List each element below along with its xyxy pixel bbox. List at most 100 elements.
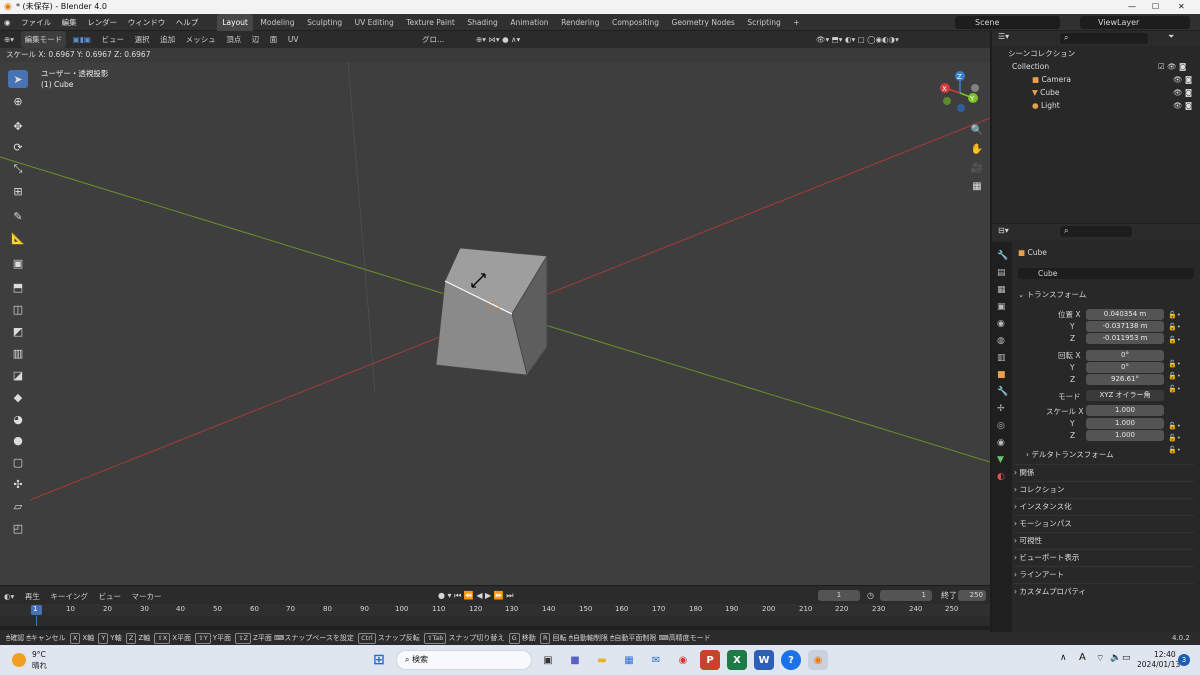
current-frame-field[interactable]: 1 bbox=[818, 590, 860, 601]
workspace-tab-uv-editing[interactable]: UV Editing bbox=[350, 14, 399, 31]
scale-y-field[interactable]: 1.000 bbox=[1086, 418, 1164, 429]
add-menu[interactable]: 追加 bbox=[156, 31, 179, 48]
teams-icon[interactable]: ■ bbox=[565, 650, 585, 670]
transform-panel-header[interactable]: ⌄ トランスフォーム bbox=[1018, 288, 1200, 301]
inset-tool-icon[interactable]: ◫ bbox=[8, 300, 28, 318]
smooth-tool-icon[interactable]: ● bbox=[8, 431, 28, 449]
properties-tab-icons[interactable]: 🔧 ▤ ▦ ▣ ◉ ◍ ▥ ■ 🔧 ✢ ◎ ◉ ▼ ◐ bbox=[992, 242, 1012, 492]
visibility-toggles[interactable]: 👁 ◙ bbox=[1173, 100, 1192, 112]
visibility-toggles[interactable]: 👁 ◙ bbox=[1173, 87, 1192, 99]
rotation-mode-select[interactable]: XYZ オイラー角 bbox=[1086, 390, 1164, 401]
close-button[interactable]: ✕ bbox=[1178, 0, 1185, 14]
wifi-icon[interactable]: ⌔ bbox=[1096, 653, 1104, 664]
playback-controls[interactable]: ● ▾ ⏮ ⏪ ◀ ▶ ⏩ ⏭ bbox=[438, 588, 513, 603]
keying-menu[interactable]: キーイング bbox=[46, 588, 92, 605]
shrink-fatten-tool-icon[interactable]: ✣ bbox=[8, 475, 28, 493]
minimize-button[interactable]: — bbox=[1128, 0, 1136, 14]
outliner-scene-collection[interactable]: シーンコレクション bbox=[992, 48, 1200, 60]
workspace-tab-modeling[interactable]: Modeling bbox=[255, 14, 299, 31]
workspace-tab-rendering[interactable]: Rendering bbox=[556, 14, 604, 31]
properties-search-input[interactable]: ⌕ bbox=[1060, 226, 1132, 237]
select-menu[interactable]: 選択 bbox=[131, 31, 154, 48]
spin-tool-icon[interactable]: ◕ bbox=[8, 410, 28, 428]
excel-icon[interactable]: X bbox=[727, 650, 747, 670]
bevel-tool-icon[interactable]: ◩ bbox=[8, 322, 28, 340]
ime-indicator[interactable]: A bbox=[1079, 652, 1086, 663]
powerpoint-icon[interactable]: P bbox=[700, 650, 720, 670]
timeline-view-menu[interactable]: ビュー bbox=[94, 588, 125, 605]
outliner-editor-icon[interactable]: ☰▾ bbox=[998, 32, 1009, 41]
visibility-toggles[interactable]: ☑ 👁 ◙ bbox=[1158, 61, 1186, 73]
file-explorer-icon[interactable]: ▬ bbox=[592, 650, 612, 670]
workspace-tab-animation[interactable]: Animation bbox=[505, 14, 553, 31]
chrome-icon[interactable]: ◉ bbox=[673, 650, 693, 670]
workspace-tab-scripting[interactable]: Scripting bbox=[742, 14, 785, 31]
lock-icons[interactable]: 🔓• 🔓• 🔓• 🔓• 🔓• 🔓• 🔓• 🔓• 🔓• bbox=[1168, 309, 1194, 457]
menu-render[interactable]: レンダー bbox=[83, 14, 121, 31]
mesh-menu[interactable]: メッシュ bbox=[182, 31, 220, 48]
scale-tool-icon[interactable]: ⤡ bbox=[8, 160, 28, 178]
rip-tool-icon[interactable]: ◰ bbox=[8, 519, 28, 537]
line-art-panel[interactable]: › ラインアート bbox=[1014, 566, 1194, 581]
delta-transform-panel[interactable]: › デルタトランスフォーム bbox=[1026, 447, 1194, 462]
zoom-icon[interactable]: 🔍 bbox=[969, 122, 985, 138]
workspace-tab-texture-paint[interactable]: Texture Paint bbox=[401, 14, 459, 31]
scale-z-field[interactable]: 1.000 bbox=[1086, 430, 1164, 441]
location-z-field[interactable]: -0.011953 m bbox=[1086, 333, 1164, 344]
add-cube-tool-icon[interactable]: ▣ bbox=[8, 254, 28, 272]
edge-menu[interactable]: 辺 bbox=[248, 31, 264, 48]
loop-cut-tool-icon[interactable]: ▥ bbox=[8, 344, 28, 362]
clock-date[interactable]: 2024/01/13 bbox=[1137, 660, 1180, 669]
poly-build-tool-icon[interactable]: ◆ bbox=[8, 388, 28, 406]
face-menu[interactable]: 面 bbox=[266, 31, 282, 48]
menu-edit[interactable]: 編集 bbox=[58, 14, 81, 31]
word-icon[interactable]: W bbox=[754, 650, 774, 670]
end-frame-field[interactable]: 250 bbox=[958, 590, 986, 601]
mail-icon[interactable]: ✉ bbox=[646, 650, 666, 670]
motion-paths-panel[interactable]: › モーションパス bbox=[1014, 515, 1194, 530]
outliner-item-camera[interactable]: ■ Camera 👁 ◙ bbox=[992, 74, 1200, 86]
taskbar-search-input[interactable]: ⌕ 検索 bbox=[396, 650, 532, 670]
workspace-tab-compositing[interactable]: Compositing bbox=[607, 14, 664, 31]
shear-tool-icon[interactable]: ▱ bbox=[8, 497, 28, 515]
workspace-tab-sculpting[interactable]: Sculpting bbox=[302, 14, 347, 31]
blender-taskbar-icon[interactable]: ◉ bbox=[808, 650, 828, 670]
filter-icon[interactable]: ⏷ bbox=[1168, 32, 1174, 42]
speaker-icon[interactable]: 🔈 bbox=[1110, 653, 1121, 663]
visibility-panel[interactable]: › 可視性 bbox=[1014, 532, 1194, 547]
camera-icon[interactable]: 🎥 bbox=[969, 160, 985, 176]
object-name-row[interactable]: ■ Cube bbox=[1018, 246, 1200, 259]
view-menu[interactable]: ビュー bbox=[98, 31, 129, 48]
relations-panel[interactable]: › 関係 bbox=[1014, 464, 1194, 479]
pivot-snap-icons[interactable]: ⊕▾ ⋈▾ ● ∧▾ bbox=[472, 31, 524, 48]
mode-selector[interactable]: 編集モード bbox=[20, 31, 67, 48]
weather-temp[interactable]: 9°C bbox=[32, 650, 46, 659]
add-workspace-button[interactable]: + bbox=[788, 14, 804, 31]
knife-tool-icon[interactable]: ◪ bbox=[8, 366, 28, 384]
measure-tool-icon[interactable]: 📐 bbox=[8, 229, 28, 247]
transform-tool-icon[interactable]: ⊞ bbox=[8, 182, 28, 200]
workspace-tab-shading[interactable]: Shading bbox=[462, 14, 502, 31]
tray-chevron-icon[interactable]: ∧ bbox=[1060, 653, 1067, 663]
annotate-tool-icon[interactable]: ✎ bbox=[8, 207, 28, 225]
start-frame-field[interactable]: 1 bbox=[880, 590, 932, 601]
outliner-collection[interactable]: Collection ☑ 👁 ◙ bbox=[992, 61, 1200, 73]
notification-badge[interactable]: 3 bbox=[1178, 654, 1190, 666]
extrude-tool-icon[interactable]: ⬒ bbox=[8, 278, 28, 296]
task-view-icon[interactable]: ▣ bbox=[538, 650, 558, 670]
marker-menu[interactable]: マーカー bbox=[128, 588, 166, 605]
editor-type-icon[interactable]: ⊕▾ bbox=[0, 31, 18, 48]
timeline-scrollbar[interactable] bbox=[0, 626, 990, 630]
instancing-panel[interactable]: › インスタンス化 bbox=[1014, 498, 1194, 513]
blender-menu-icon[interactable]: ◉ bbox=[0, 14, 15, 31]
viewport-display-panel[interactable]: › ビューポート表示 bbox=[1014, 549, 1194, 564]
grid-icon[interactable]: ▦ bbox=[969, 178, 985, 194]
viewlayer-selector[interactable]: ViewLayer bbox=[1080, 16, 1190, 29]
custom-properties-panel[interactable]: › カスタムプロパティ bbox=[1014, 583, 1194, 598]
timeline-ruler[interactable]: 1 10 20 30 40 50 60 70 80 90 100 110 120… bbox=[0, 604, 990, 616]
pan-icon[interactable]: ✋ bbox=[969, 141, 985, 157]
rotation-z-field[interactable]: 926.61° bbox=[1086, 374, 1164, 385]
maximize-button[interactable]: ☐ bbox=[1152, 0, 1159, 14]
outliner-search-input[interactable]: ⌕ bbox=[1060, 33, 1148, 44]
weather-sun-icon[interactable] bbox=[12, 653, 26, 667]
